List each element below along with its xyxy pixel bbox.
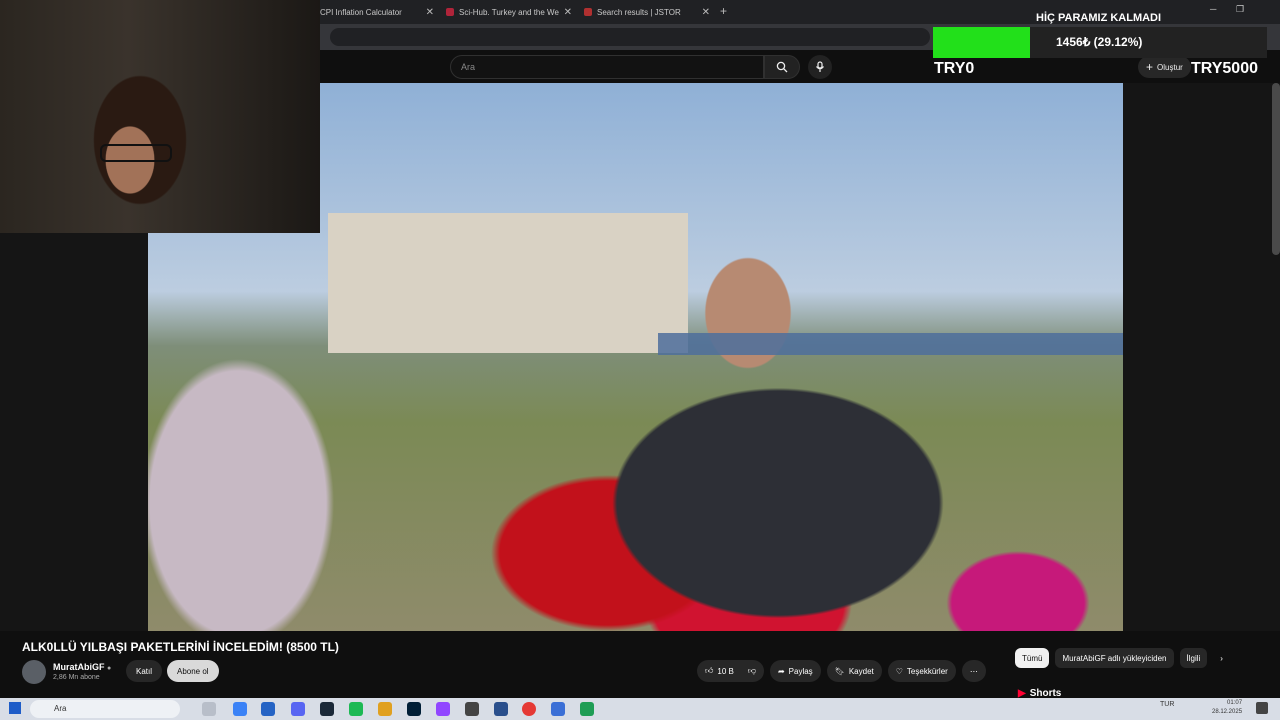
- join-button[interactable]: Katıl: [126, 660, 163, 682]
- app-icon-2[interactable]: [551, 702, 565, 716]
- subscribe-label: Abone ol: [177, 666, 209, 676]
- steam-icon[interactable]: [320, 702, 334, 716]
- plus-icon: +: [1146, 60, 1154, 74]
- goal-title: HİÇ PARAMIZ KALMADI: [1036, 12, 1162, 24]
- chip-related[interactable]: İlgili: [1179, 648, 1208, 668]
- search-icon: [776, 61, 788, 73]
- goal-max-label: TRY5000: [1191, 60, 1258, 77]
- app-icon-3[interactable]: [580, 702, 594, 716]
- tab-cpi[interactable]: CPI Inflation Calculator ✕: [314, 2, 438, 22]
- chrome-icon[interactable]: [522, 702, 536, 716]
- recommendation-chips: Tümü MuratAbiGF adlı yükleyiciden İlgili…: [1015, 648, 1230, 668]
- word-icon[interactable]: [494, 702, 508, 716]
- channel-name-text: MuratAbiGF: [53, 662, 105, 672]
- taskbar-search[interactable]: Ara: [30, 700, 180, 718]
- verified-icon: ●: [107, 665, 112, 672]
- obs-icon[interactable]: [465, 702, 479, 716]
- chevron-right-icon: ›: [1220, 653, 1223, 663]
- thanks-label: Teşekkürler: [906, 666, 948, 676]
- chip-uploader[interactable]: MuratAbiGF adlı yükleyiciden: [1055, 648, 1174, 668]
- tray-clock[interactable]: 01:07 28.12.2025: [1212, 699, 1242, 717]
- subscriber-count: 2,86 Mn abone: [53, 674, 100, 681]
- tab-label: Sci-Hub. Turkey and the West: ...: [459, 7, 559, 17]
- minimize-icon[interactable]: ─: [1210, 4, 1216, 14]
- create-label: Oluştur: [1157, 62, 1183, 72]
- create-button[interactable]: + Oluştur: [1138, 56, 1191, 78]
- glasses-shape: [100, 144, 172, 162]
- windows-start-icon[interactable]: [9, 702, 21, 714]
- thumbs-up-icon: 👍︎: [705, 666, 714, 675]
- app-icon[interactable]: [261, 702, 275, 716]
- join-label: Katıl: [136, 666, 153, 676]
- clock-time: 01:07: [1227, 700, 1243, 706]
- thumbs-down-icon[interactable]: 👎︎: [748, 666, 756, 676]
- like-button[interactable]: 👍︎ 10 B 👎︎: [697, 660, 764, 682]
- tab-scihub[interactable]: Sci-Hub. Turkey and the West: ... ✕: [440, 2, 576, 22]
- jstor-icon: [584, 8, 592, 16]
- task-view-icon[interactable]: [202, 702, 216, 716]
- chip-all[interactable]: Tümü: [1015, 648, 1050, 668]
- discord-icon[interactable]: [291, 702, 305, 716]
- save-button[interactable]: 🔖︎ Kaydet: [826, 660, 882, 682]
- share-icon: ➦: [777, 666, 785, 676]
- save-label: Kaydet: [848, 666, 874, 676]
- heart-dollar-icon: ♡: [895, 666, 903, 676]
- goal-progress-fill: [933, 27, 1031, 58]
- video-sea: [658, 333, 1123, 355]
- file-explorer-icon[interactable]: [378, 702, 392, 716]
- goal-min-label: TRY0: [934, 60, 975, 77]
- share-label: Paylaş: [788, 666, 813, 676]
- taskbar-search-placeholder: Ara: [54, 704, 67, 713]
- voice-search-button[interactable]: [808, 55, 832, 79]
- scrollbar-thumb[interactable]: [1272, 83, 1280, 255]
- goal-progress-bar: 1456₺ (29.12%): [933, 27, 1267, 58]
- subscribe-button[interactable]: Abone ol: [167, 660, 219, 682]
- bookmark-icon: 🔖︎: [834, 666, 845, 676]
- share-button[interactable]: ➦ Paylaş: [769, 660, 821, 682]
- like-count: 10 B: [717, 666, 734, 676]
- chip-label: MuratAbiGF adlı yükleyiciden: [1062, 653, 1167, 663]
- webcam-feed: [0, 0, 320, 233]
- search-placeholder: Ara: [461, 62, 476, 72]
- channel-avatar[interactable]: [22, 660, 46, 684]
- tab-label: Search results | JSTOR: [597, 7, 681, 17]
- scihub-icon: [446, 8, 454, 16]
- video-building: [328, 213, 688, 353]
- tab-label: CPI Inflation Calculator: [320, 7, 402, 17]
- more-actions-button[interactable]: ⋯: [961, 660, 986, 682]
- chips-next-button[interactable]: ›: [1213, 648, 1230, 668]
- restore-icon[interactable]: ❐: [1236, 4, 1244, 15]
- twitch-icon[interactable]: [436, 702, 450, 716]
- channel-name[interactable]: MuratAbiGF ●: [53, 662, 111, 672]
- copilot-icon[interactable]: [233, 702, 247, 716]
- video-title: ALK0LLÜ YILBAŞI PAKETLERİNİ İNCELEDİM! (…: [22, 640, 339, 654]
- microphone-icon: [816, 61, 824, 72]
- chip-label: Tümü: [1022, 653, 1043, 663]
- tray-language[interactable]: TUR: [1160, 701, 1174, 708]
- photoshop-icon[interactable]: [407, 702, 421, 716]
- screen: CPI Inflation Calculator ✕ Sci-Hub. Turk…: [0, 0, 1280, 720]
- close-icon[interactable]: ✕: [702, 7, 710, 18]
- windows-taskbar: Ara TUR 01:07 28.12.2025: [0, 698, 1280, 720]
- spotify-icon[interactable]: [349, 702, 363, 716]
- new-tab-button[interactable]: +: [720, 4, 727, 18]
- goal-progress-text: 1456₺ (29.12%): [1056, 35, 1143, 49]
- video-actions: 👍︎ 10 B 👎︎ ➦ Paylaş 🔖︎ Kaydet ♡ Teşekkür…: [697, 660, 986, 682]
- close-icon[interactable]: ✕: [564, 7, 572, 18]
- url-field[interactable]: [330, 28, 930, 46]
- close-icon[interactable]: ✕: [426, 7, 434, 18]
- search-button[interactable]: [764, 55, 800, 79]
- chip-label: İlgili: [1186, 653, 1201, 663]
- thanks-button[interactable]: ♡ Teşekkürler: [887, 660, 956, 682]
- search-input[interactable]: Ara: [450, 55, 764, 79]
- more-icon: ⋯: [969, 666, 978, 676]
- notification-icon[interactable]: [1256, 702, 1268, 714]
- clock-date: 28.12.2025: [1212, 709, 1243, 715]
- tab-jstor[interactable]: Search results | JSTOR ✕: [578, 2, 714, 22]
